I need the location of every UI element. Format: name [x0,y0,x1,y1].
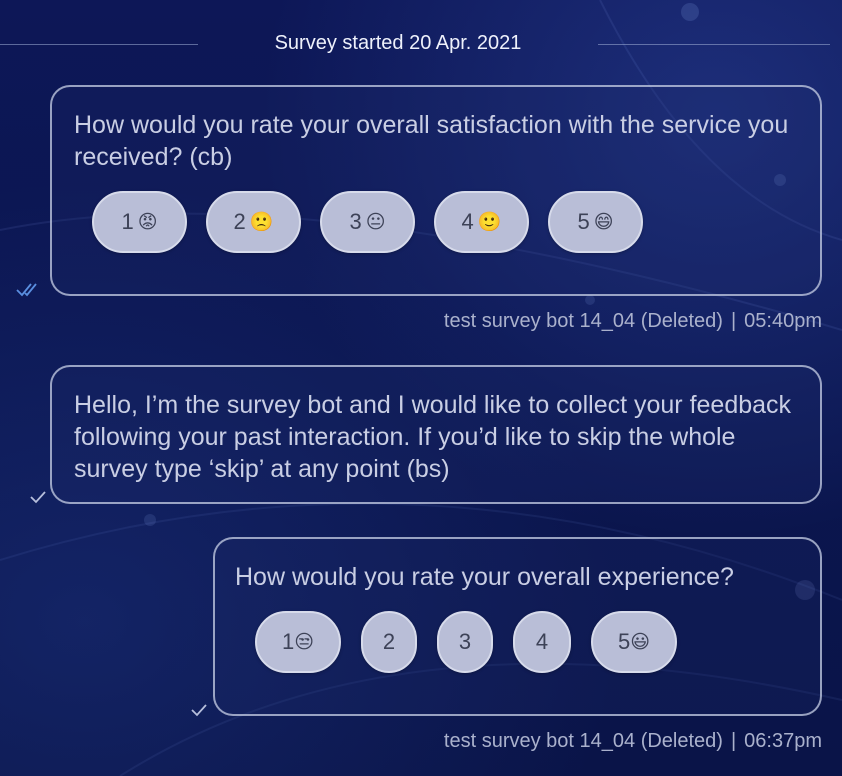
rating-option-2[interactable]: 2 🙁 [206,191,301,253]
unamused-face-icon: 😒 [294,631,315,653]
rating-option-label: 5 [577,209,590,234]
neutral-face-icon: 😐 [365,211,386,233]
meta-separator: | [730,310,737,332]
message-meta: test survey bot 14_04 (Deleted) | 06:37pm [444,730,822,753]
sender-name: test survey bot 14_04 (Deleted) [443,310,723,332]
rating-option-label: 2 [382,629,396,654]
message-text: How would you rate your overall experien… [235,563,734,591]
double-check-icon [16,283,37,297]
rating-option-4[interactable]: 4 [513,611,571,673]
meta-separator: | [730,730,737,752]
message-bubble-intro: Hello, I’m the survey bot and I would li… [50,365,822,504]
sender-name: test survey bot 14_04 (Deleted) [443,730,723,752]
message-time: 06:37pm [744,730,822,752]
rating-option-label: 3 [349,209,362,234]
rating-option-1[interactable]: 1 😒 [255,611,341,673]
message-text: How would you rate your overall satisfac… [74,111,789,171]
date-divider: Survey started 20 Apr. 2021 [0,28,842,60]
grinning-face-big-eyes-icon: 😃 [630,631,651,653]
rating-option-1[interactable]: 1 😡 [92,191,187,253]
rating-option-5[interactable]: 5 😄 [548,191,643,253]
check-icon [191,704,207,717]
rating-option-label: 1 [281,629,295,654]
rating-option-label: 4 [461,209,474,234]
angry-face-icon: 😡 [137,211,158,233]
rating-option-5[interactable]: 5 😃 [591,611,677,673]
rating-option-label: 2 [233,209,246,234]
rating-option-label: 4 [535,629,549,654]
check-icon [30,491,46,504]
message-text: Hello, I’m the survey bot and I would li… [74,391,792,483]
rating-option-4[interactable]: 4 🙂 [434,191,529,253]
rating-option-2[interactable]: 2 [361,611,417,673]
rating-option-label: 3 [458,629,472,654]
rating-option-label: 1 [121,209,134,234]
rating-option-3[interactable]: 3 [437,611,493,673]
slightly-smiling-face-icon: 🙂 [477,212,502,233]
message-time: 05:40pm [744,310,822,332]
message-meta: test survey bot 14_04 (Deleted) | 05:40pm [444,310,822,333]
slightly-frowning-face-icon: 🙁 [249,212,274,233]
rating-option-3[interactable]: 3 😐 [320,191,415,253]
message-bubble-satisfaction: How would you rate your overall satisfac… [50,85,822,296]
divider-line-right [598,44,830,45]
rating-option-label: 5 [617,629,631,654]
message-bubble-experience: How would you rate your overall experien… [213,537,822,716]
grinning-face-icon: 😄 [593,211,614,233]
